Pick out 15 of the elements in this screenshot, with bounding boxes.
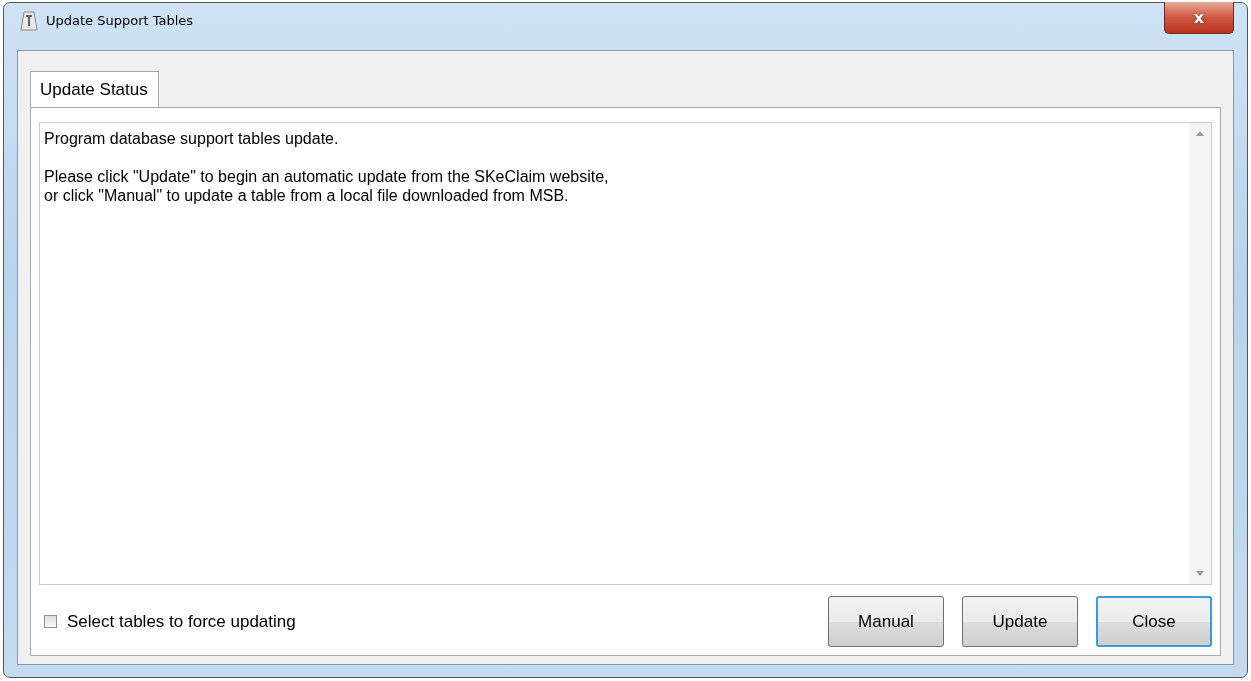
window-title: Update Support Tables <box>46 13 194 28</box>
status-paragraph: Program database support tables update. <box>44 129 340 148</box>
scrollbar[interactable] <box>1189 123 1211 584</box>
action-button[interactable]: Manual <box>828 596 944 647</box>
tab[interactable]: Update Status <box>30 71 159 107</box>
app-icon <box>20 10 38 31</box>
action-button[interactable]: Update <box>962 596 1078 647</box>
status-textbox[interactable]: Program database support tables update. Please click "Update" to begin an automatic update from the SKeClaim website, or click "Manual" to update a table from a local file downloaded from MSB. <box>39 122 1212 585</box>
scroll-up-icon[interactable] <box>1196 131 1204 136</box>
checkbox-label[interactable]: Select tables to force updating <box>67 611 296 632</box>
checkbox[interactable] <box>44 615 57 628</box>
status-paragraph: Please click "Update" to begin an automatic update from the SKeClaim website, or click "Manual" to update a table from a local file downloaded from MSB. <box>44 167 610 205</box>
scroll-down-icon[interactable] <box>1196 571 1204 576</box>
window-close-button[interactable]: x <box>1164 2 1234 34</box>
action-button[interactable]: Close <box>1096 596 1212 647</box>
